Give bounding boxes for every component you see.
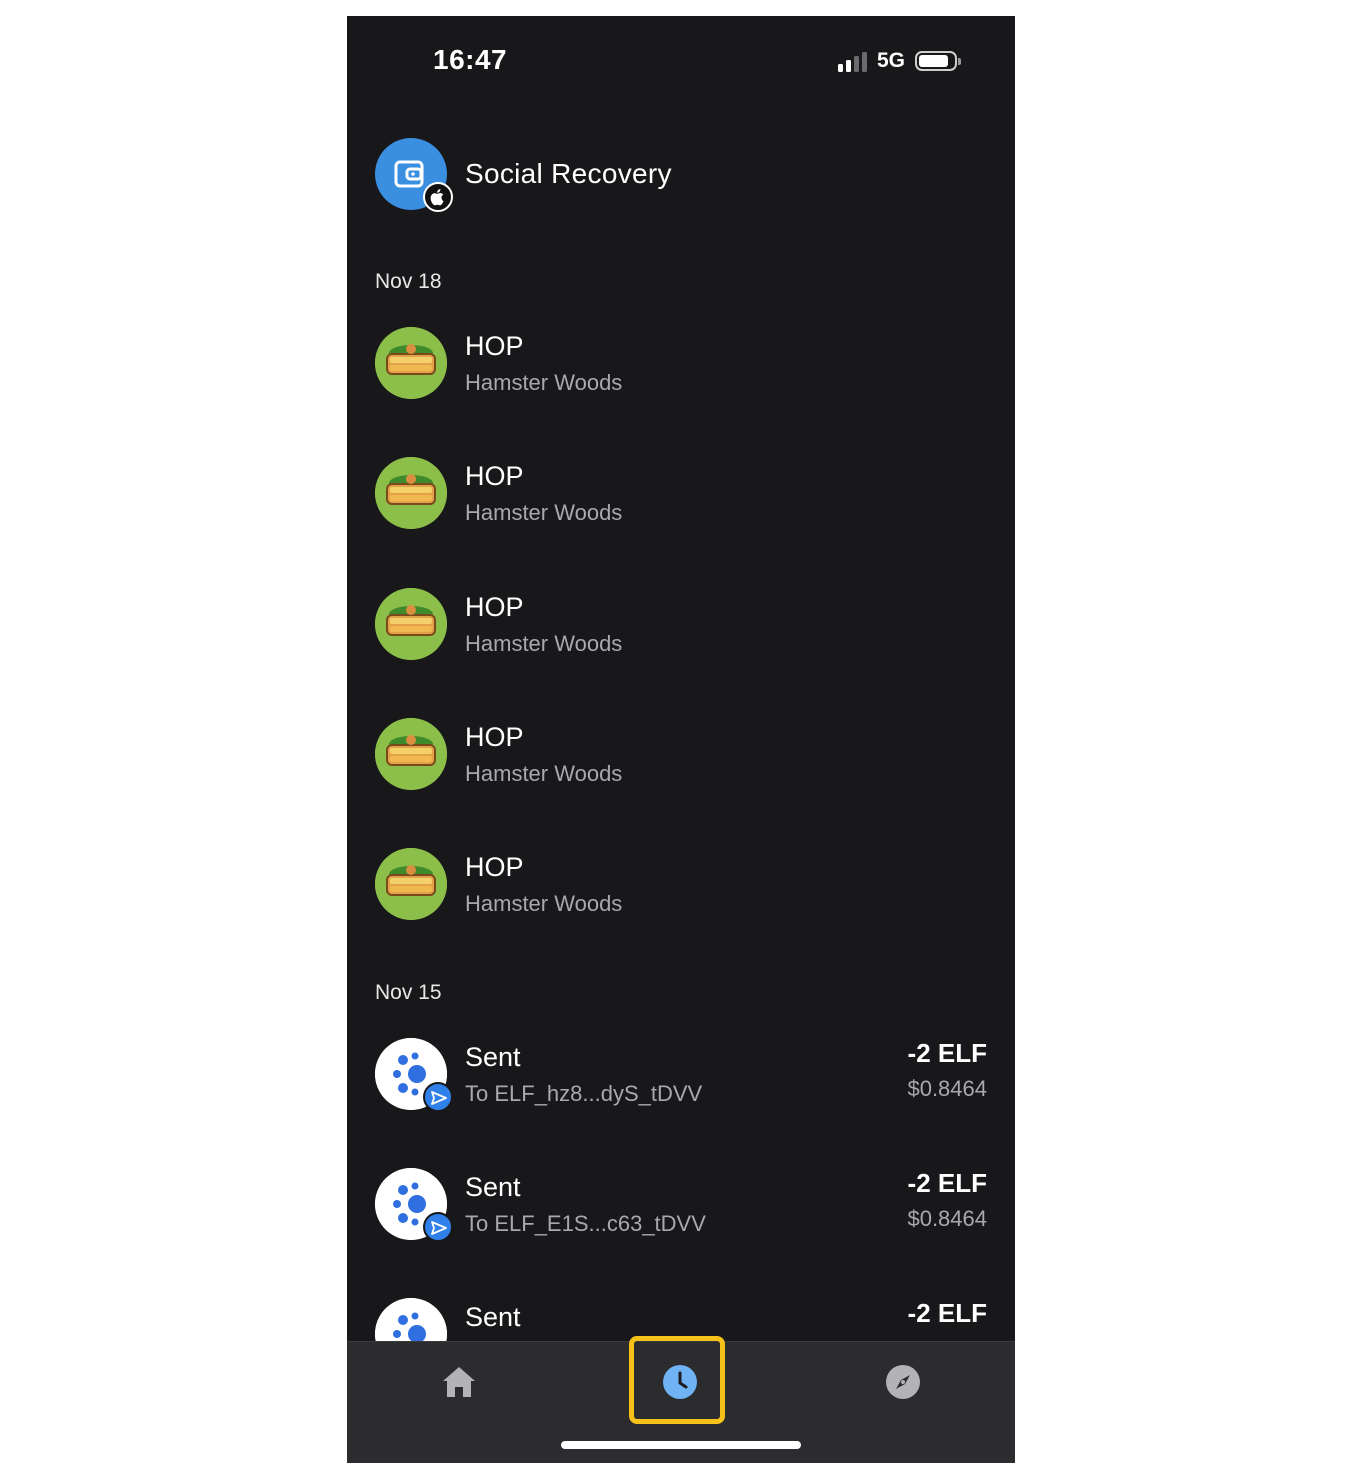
apple-icon [423, 182, 453, 212]
activity-item[interactable]: Sent To ELF_hz8...dyS_tDVV -2 ELF $0.846… [375, 1038, 987, 1112]
item-amount: -2 ELF [907, 1168, 987, 1198]
item-fiat-value: $0.8464 [907, 1076, 987, 1101]
hamster-woods-logo [375, 457, 447, 529]
network-label: 5G [876, 49, 905, 72]
status-indicators: 5G [837, 49, 961, 73]
item-subtitle: Hamster Woods [465, 631, 623, 656]
activity-item[interactable]: HOP Hamster Woods [375, 848, 987, 920]
compass-icon [886, 1365, 920, 1399]
item-title: HOP [465, 331, 524, 361]
hamster-woods-logo [375, 327, 447, 399]
battery-icon [915, 51, 961, 71]
wallet-header[interactable]: Social Recovery [375, 138, 672, 212]
send-icon [423, 1082, 453, 1112]
item-title: HOP [465, 852, 524, 882]
date-label: Nov 15 [375, 981, 442, 1004]
status-time: 16:47 [433, 44, 508, 75]
item-title: HOP [465, 722, 524, 752]
tab-home[interactable] [409, 1342, 509, 1422]
item-subtitle: Hamster Woods [465, 761, 623, 786]
item-title: Sent [465, 1172, 521, 1202]
home-icon [443, 1367, 475, 1397]
active-tab-highlight [629, 1336, 725, 1424]
wallet-avatar [375, 138, 453, 212]
hamster-woods-logo [375, 718, 447, 790]
activity-item[interactable]: HOP Hamster Woods [375, 327, 987, 399]
item-subtitle: Hamster Woods [465, 500, 623, 525]
page-title: Social Recovery [465, 158, 672, 189]
home-indicator [561, 1441, 801, 1449]
item-title: HOP [465, 592, 524, 622]
activity-item[interactable]: HOP Hamster Woods [375, 718, 987, 790]
date-label: Nov 18 [375, 270, 442, 293]
item-subtitle: To ELF_hz8...dyS_tDVV [465, 1081, 703, 1106]
item-subtitle: Hamster Woods [465, 891, 623, 916]
item-title: Sent [465, 1042, 521, 1072]
send-icon [423, 1212, 453, 1242]
elf-token-logo [375, 1168, 453, 1242]
item-title: Sent [465, 1302, 521, 1332]
phone-screen: 16:47 5G Social Recovery Nov 18 HOP Hams… [347, 16, 1015, 1463]
item-amount: -2 ELF [907, 1038, 987, 1068]
wallet-icon [394, 160, 424, 188]
elf-token-logo [375, 1038, 453, 1112]
signal-icon [837, 50, 867, 72]
item-title: HOP [465, 461, 524, 491]
item-subtitle: Hamster Woods [465, 370, 623, 395]
activity-item[interactable]: HOP Hamster Woods [375, 457, 987, 529]
item-fiat-value: $0.8464 [907, 1206, 987, 1231]
tab-discover[interactable] [853, 1342, 953, 1422]
item-subtitle: To ELF_E1S...c63_tDVV [465, 1211, 706, 1236]
activity-item[interactable]: Sent To ELF_E1S...c63_tDVV -2 ELF $0.846… [375, 1168, 987, 1242]
item-amount: -2 ELF [907, 1298, 987, 1328]
hamster-woods-logo [375, 848, 447, 920]
activity-item[interactable]: HOP Hamster Woods [375, 588, 987, 660]
hamster-woods-logo [375, 588, 447, 660]
